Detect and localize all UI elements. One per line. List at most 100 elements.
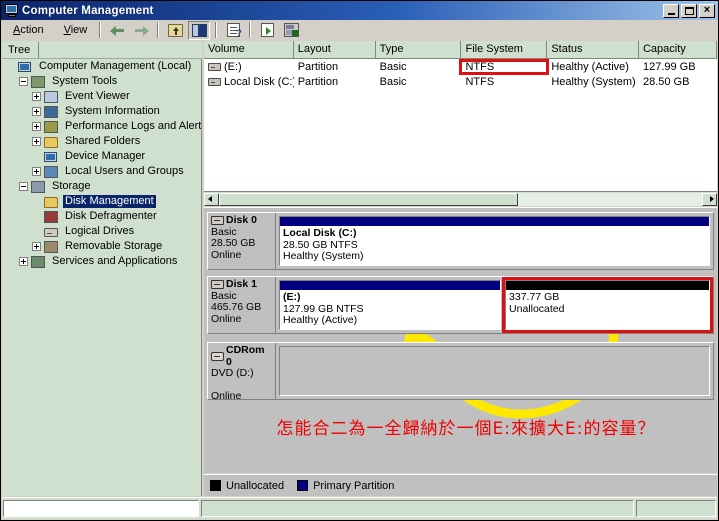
scroll-left-button[interactable] [204,192,219,206]
expand-plus-icon[interactable] [32,167,41,176]
volume-drive-icon [208,77,221,86]
expand-plus-icon[interactable] [32,122,41,131]
cell-status: Healthy (Active) [551,60,629,73]
disk-row-cdrom-0[interactable]: CDRom 0 DVD (D:) Online [207,342,714,402]
tree-item-label: Device Manager [65,150,146,162]
tree-item-removable-storage[interactable]: Removable Storage [2,239,201,254]
column-header-file-system[interactable]: File System [461,41,548,58]
partition-capacity-bar [506,281,709,290]
partition-empty[interactable] [279,346,710,396]
computer-icon [18,60,34,74]
show-hide-tree-button[interactable] [188,20,211,40]
partition-volume[interactable]: (E:) 127.99 GB NTFS Healthy (Active) [279,280,502,330]
tree-item-shared-folders[interactable]: Shared Folders [2,134,201,149]
partition-details: (E:) 127.99 GB NTFS Healthy (Active) [280,290,501,329]
tree-item-label: System Information [65,105,160,117]
tree-item-label: Logical Drives [65,225,135,237]
menu-toolbar: AActionction View ? [1,20,718,41]
cell-capacity: 127.99 GB [642,60,696,73]
removable-storage-icon [44,240,60,254]
collapse-minus-icon[interactable] [19,182,28,191]
volume-list[interactable]: (E:) Partition Basic NTFS Healthy (Active) 12… [204,59,717,191]
disk-row-disk-0[interactable]: Disk 0 Basic 28.50 GB Online Local Disk (C:)… [207,212,714,270]
column-header-volume[interactable]: Volume [204,41,294,58]
scrollbar-thumb[interactable] [219,192,519,206]
refresh-icon [260,23,274,37]
partition-details [280,347,709,395]
tree-item-disk-management[interactable]: Disk Management [2,194,201,209]
back-button[interactable] [106,21,128,40]
menu-view[interactable]: View [56,22,96,38]
window-title: Computer Management [22,4,154,17]
tree-item-label: Services and Applications [52,255,178,267]
legend-label: Unallocated [226,479,285,492]
toolbar-separator-3 [215,22,218,38]
minimize-button[interactable] [663,3,679,18]
tree-item-label: Computer Management (Local) [39,60,192,72]
computer-icon [5,4,19,17]
cell-file-system: NTFS [465,75,495,88]
scroll-right-button[interactable] [702,192,717,206]
table-row[interactable]: Local Disk (C:) Partition Basic NTFS Healthy… [204,74,717,89]
partition-details: 337.77 GB Unallocated [506,290,709,329]
expand-plus-icon[interactable] [32,107,41,116]
partition-volume[interactable]: Local Disk (C:) 28.50 GB NTFS Healthy (Sys… [279,216,710,266]
expand-plus-icon[interactable] [32,137,41,146]
status-panel-middle [201,500,634,517]
tree-tab[interactable]: Tree [2,41,40,58]
tree-item-logical-drives[interactable]: Logical Drives [2,224,201,239]
tree-item-label: Disk Defragmenter [65,210,157,222]
up-folder-icon [167,23,183,37]
disk-state: Online [211,312,242,325]
toolbar-separator [99,22,102,38]
cell-layout: Partition [297,60,339,73]
expand-plus-icon[interactable] [19,257,28,266]
export-list-icon [283,23,299,37]
tree-item-computer-management-local[interactable]: Computer Management (Local) [2,59,201,74]
collapse-minus-icon[interactable] [19,77,28,86]
tree-item-disk-defragmenter[interactable]: Disk Defragmenter [2,209,201,224]
tree-item-performance-logs-and-alerts[interactable]: Performance Logs and Alerts [2,119,201,134]
tree-item-storage[interactable]: Storage [2,179,201,194]
column-header-status[interactable]: Status [547,41,639,58]
partition-unallocated[interactable]: 337.77 GB Unallocated [502,277,713,333]
disk-name: Disk 1 [226,278,257,290]
tree-item-system-information[interactable]: System Information [2,104,201,119]
partition-label: (E:) [283,291,301,303]
up-one-level-button[interactable] [164,21,186,40]
properties-button[interactable]: ? [222,21,244,40]
expand-plus-icon[interactable] [32,242,41,251]
export-list-button[interactable] [280,21,302,40]
window-controls: × [663,3,716,18]
maximize-restore-button[interactable] [681,3,697,18]
volume-list-hscrollbar[interactable] [204,191,717,206]
status-panel-right [636,500,716,517]
column-header-capacity[interactable]: Capacity [639,41,718,58]
disk-management-icon [44,195,60,209]
disk-row-disk-1[interactable]: Disk 1 Basic 465.76 GB Online (E:) 127.99 GB … [207,276,714,334]
column-header-layout[interactable]: Layout [294,41,376,58]
refresh-button[interactable] [256,21,278,40]
tree-item-local-users-and-groups[interactable]: Local Users and Groups [2,164,201,179]
column-header-type[interactable]: Type [376,41,462,58]
back-arrow-icon [109,25,125,36]
console-tree-pane[interactable]: Computer Management (Local) System Tools E… [2,59,202,496]
close-button[interactable]: × [699,3,715,18]
disk-graphical-view[interactable]: 怎能合二為一全歸納於一個E:來擴大E:的容量？ Disk 0 Basic 28.50… [204,207,717,473]
tree-item-event-viewer[interactable]: Event Viewer [2,89,201,104]
disk-name: Disk 0 [226,214,257,226]
forward-button[interactable] [130,21,152,40]
table-row[interactable]: (E:) Partition Basic NTFS Healthy (Active) 12… [204,59,717,75]
system-tools-icon [31,75,47,89]
cell-volume: Local Disk (C:) [204,76,294,88]
tree-item-system-tools[interactable]: System Tools [2,74,201,89]
expand-plus-icon[interactable] [32,92,41,101]
scrollbar-track[interactable] [219,192,702,206]
menu-action[interactable]: AActionction [5,22,52,38]
tree-item-label: Event Viewer [65,90,130,102]
tree-item-device-manager[interactable]: Device Manager [2,149,201,164]
cell-type: Basic [379,60,407,73]
disk-size: 28.50 GB [211,237,256,249]
partition-status: Healthy (Active) [283,314,358,326]
tree-item-services-and-applications[interactable]: Services and Applications [2,254,201,269]
